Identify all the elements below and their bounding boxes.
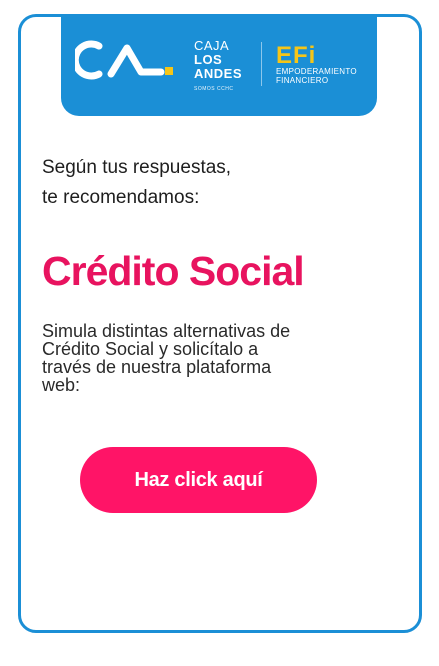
- brand-line-caja: CAJA: [194, 38, 230, 53]
- cta-click-here-button[interactable]: Haz click aquí: [80, 447, 317, 513]
- brand-line-los: LOS: [194, 52, 223, 67]
- brand-tagline: SOMOS CCHC: [194, 86, 234, 92]
- brand-line-andes: ANDES: [194, 66, 243, 81]
- efi-subtitle-line1: EMPODERAMIENTO: [276, 67, 357, 76]
- intro-line-2: te recomendamos:: [42, 187, 200, 208]
- product-description: Simula distintas alternativas de Crédito…: [42, 322, 362, 394]
- intro-line-1: Según tus respuestas,: [42, 157, 232, 178]
- efi-logo: EFi EMPODERAMIENTO FINANCIERO: [276, 42, 357, 86]
- brand-wordmark: CAJA LOS ANDES SOMOS CCHC: [194, 39, 242, 96]
- description-line-3: través de nuestra plataforma: [42, 357, 272, 377]
- description-line-4: web:: [42, 375, 81, 395]
- product-title: Crédito Social: [42, 248, 305, 294]
- efi-subtitle-line2: FINANCIERO: [276, 76, 329, 85]
- description-line-1: Simula distintas alternativas de: [42, 321, 291, 341]
- intro-text: Según tus respuestas, te recomendamos:: [42, 153, 362, 213]
- brand-divider: [261, 42, 262, 86]
- efi-logo-mark: EFi: [276, 42, 317, 69]
- header-banner: CAJA LOS ANDES SOMOS CCHC EFi EMPODERAMI…: [61, 14, 377, 116]
- description-line-2: Crédito Social y solicítalo a: [42, 339, 259, 359]
- caja-los-andes-logo-icon: [75, 40, 173, 80]
